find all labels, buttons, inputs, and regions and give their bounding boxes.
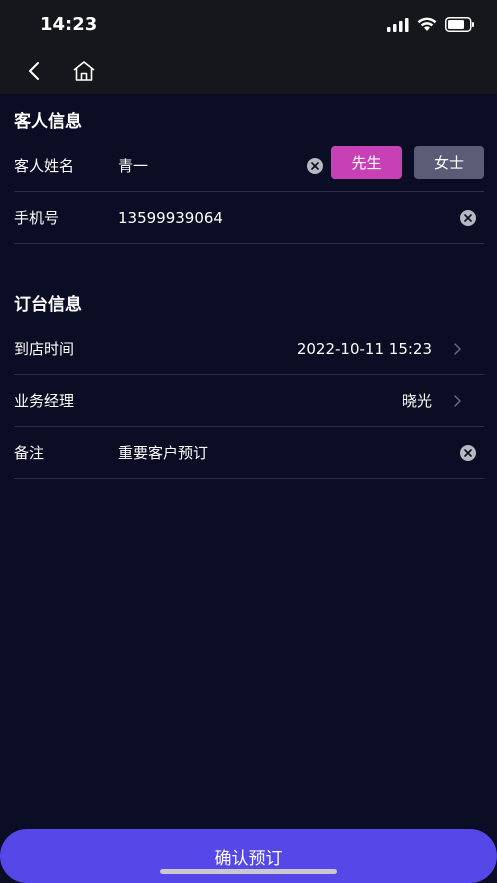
battery-icon xyxy=(445,16,475,36)
confirm-booking-button[interactable]: 确认预订 xyxy=(0,829,497,883)
status-time: 14:23 xyxy=(40,14,98,35)
manager-row[interactable]: 业务经理 晓光 xyxy=(14,375,484,427)
home-indicator xyxy=(160,869,337,874)
close-icon xyxy=(311,161,319,170)
status-icons xyxy=(387,16,475,36)
arrival-time-row[interactable]: 到店时间 2022-10-11 15:23 xyxy=(14,323,484,375)
manager-label: 业务经理 xyxy=(14,392,75,410)
chevron-right-icon xyxy=(452,342,462,356)
arrival-time-label: 到店时间 xyxy=(14,340,75,358)
nav-bar xyxy=(0,52,497,94)
note-input[interactable]: 重要客户预订 xyxy=(118,427,208,478)
phone-input[interactable]: 13599939064 xyxy=(118,192,223,243)
close-icon xyxy=(464,448,472,457)
guest-name-input[interactable]: 青一 xyxy=(118,140,148,191)
back-button[interactable] xyxy=(19,58,49,88)
manager-value: 晓光 xyxy=(401,392,432,410)
note-label: 备注 xyxy=(14,444,45,462)
note-row: 备注 重要客户预订 xyxy=(14,427,484,479)
gender-ms-button[interactable]: 女士 xyxy=(414,146,484,179)
phone-label: 手机号 xyxy=(14,209,60,227)
chevron-left-icon xyxy=(27,61,41,85)
wifi-icon xyxy=(417,17,437,36)
chevron-right-icon xyxy=(452,394,462,408)
status-bar: 14:23 xyxy=(0,0,497,52)
clear-phone-button[interactable] xyxy=(460,209,476,226)
clear-note-button[interactable] xyxy=(460,444,476,461)
gender-mr-button[interactable]: 先生 xyxy=(331,146,402,179)
clear-name-button[interactable] xyxy=(307,157,323,174)
arrival-time-value: 2022-10-11 15:23 xyxy=(296,339,432,358)
guest-name-label: 客人姓名 xyxy=(14,157,75,175)
close-icon xyxy=(464,213,472,222)
guest-section-title: 客人信息 xyxy=(14,112,82,132)
signal-icon xyxy=(387,17,409,36)
phone-row: 手机号 13599939064 xyxy=(14,192,484,244)
booking-section-title: 订台信息 xyxy=(14,295,82,315)
home-icon xyxy=(72,60,96,86)
home-button[interactable] xyxy=(69,58,99,88)
